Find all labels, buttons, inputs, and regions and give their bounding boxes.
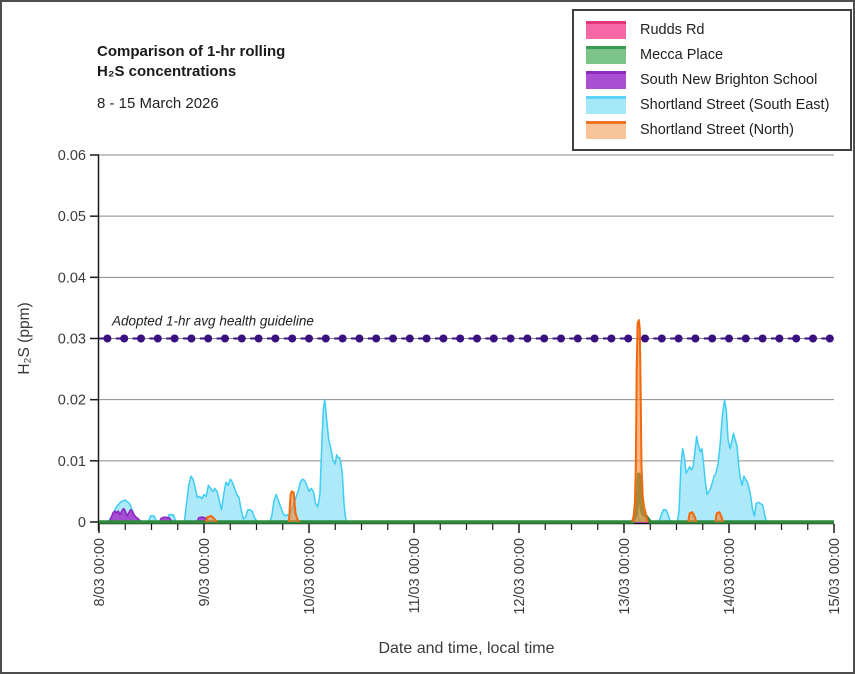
guideline-marker <box>154 335 162 343</box>
guideline-marker <box>742 335 750 343</box>
guideline-marker <box>389 335 397 343</box>
guideline-marker <box>137 335 145 343</box>
guideline-marker <box>591 335 599 343</box>
guideline-marker <box>708 335 716 343</box>
guideline-marker <box>759 335 767 343</box>
guideline-marker <box>473 335 481 343</box>
guideline-marker <box>792 335 800 343</box>
x-tick-label: 11/03 00:00 <box>407 538 423 614</box>
guideline-marker <box>322 335 330 343</box>
guideline-marker <box>557 335 565 343</box>
guideline-marker <box>439 335 447 343</box>
guideline-marker <box>103 335 111 343</box>
x-tick-label: 8/03 00:00 <box>92 538 108 607</box>
y-tick-label: 0.02 <box>58 393 86 409</box>
y-tick-label: 0.01 <box>58 454 86 470</box>
guideline-marker <box>809 335 817 343</box>
x-tick-label: 12/03 00:00 <box>512 538 528 615</box>
h2s-concentration-chart: 0 0.01 0.02 0.03 0.04 0.05 0.06 8/03 00:00 9/03 … <box>2 2 855 674</box>
guideline-marker <box>255 335 263 343</box>
guideline-marker <box>204 335 212 343</box>
guideline-marker <box>288 335 296 343</box>
guideline-marker <box>305 335 313 343</box>
x-tick-label: 14/03 00:00 <box>722 538 738 615</box>
x-tick-label: 15/03 00:00 <box>827 538 843 615</box>
guideline-marker <box>607 335 615 343</box>
guideline-marker <box>523 335 531 343</box>
guideline-label: Adopted 1-hr avg health guideline <box>111 314 314 329</box>
chart-page: Comparison of 1-hr rolling H₂S concentra… <box>0 0 855 674</box>
guideline-marker <box>658 335 666 343</box>
guideline-marker <box>221 335 229 343</box>
guideline-marker <box>691 335 699 343</box>
guideline-marker <box>406 335 414 343</box>
y-tick-label: 0.06 <box>58 148 86 164</box>
guideline-marker <box>271 335 279 343</box>
guideline-marker <box>120 335 128 343</box>
guideline-marker <box>826 335 834 343</box>
x-axis-title: Date and time, local time <box>378 640 554 657</box>
x-tick-label: 10/03 00:00 <box>302 538 318 615</box>
guideline-marker <box>641 335 649 343</box>
guideline-marker <box>423 335 431 343</box>
y-tick-label: 0 <box>78 515 86 531</box>
guideline-marker <box>624 335 632 343</box>
guideline-marker <box>725 335 733 343</box>
y-axis-title: H₂S (ppm) <box>16 302 33 374</box>
guideline-marker <box>372 335 380 343</box>
guideline-marker <box>238 335 246 343</box>
x-tick-label: 13/03 00:00 <box>617 538 633 615</box>
guideline-marker <box>355 335 363 343</box>
guideline-marker <box>456 335 464 343</box>
guideline-marker <box>171 335 179 343</box>
guideline-marker <box>339 335 347 343</box>
x-tick-label: 9/03 00:00 <box>197 538 213 607</box>
guideline-marker <box>675 335 683 343</box>
guideline-marker <box>540 335 548 343</box>
guideline-marker <box>187 335 195 343</box>
guideline-marker <box>775 335 783 343</box>
y-tick-label: 0.05 <box>58 209 86 225</box>
y-tick-label: 0.04 <box>58 270 86 286</box>
y-tick-label: 0.03 <box>58 332 86 348</box>
guideline-marker <box>507 335 515 343</box>
guideline-marker <box>574 335 582 343</box>
guideline-marker <box>490 335 498 343</box>
